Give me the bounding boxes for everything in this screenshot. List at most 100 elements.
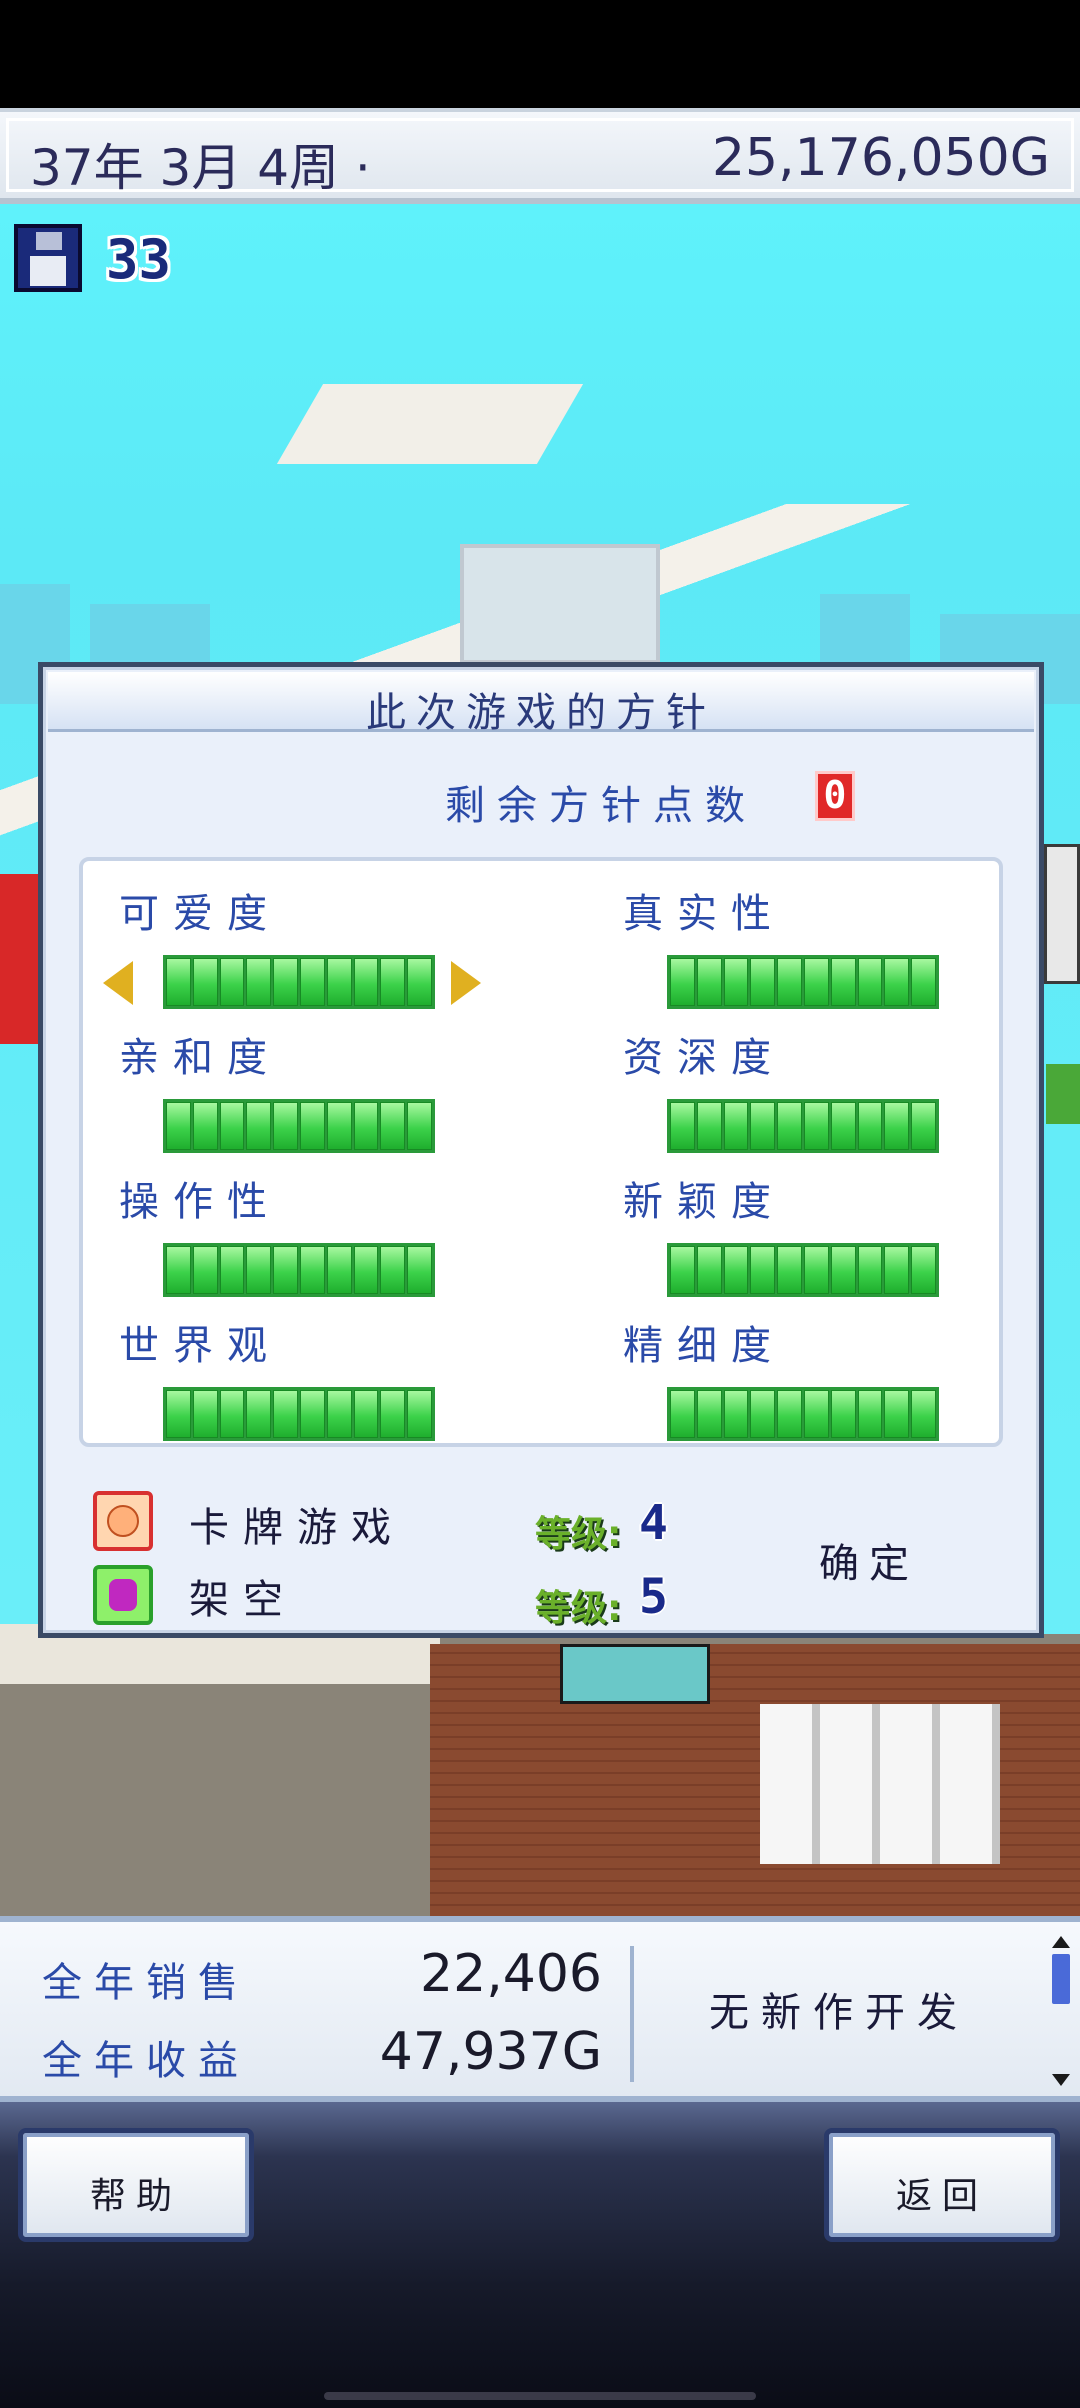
scrollbar[interactable] bbox=[1050, 1936, 1072, 2086]
bar-segment bbox=[326, 1102, 352, 1150]
vending-machine bbox=[0, 874, 38, 1044]
bar-segment bbox=[246, 1246, 272, 1294]
bar-segment bbox=[911, 1390, 936, 1438]
bar-segment bbox=[696, 1246, 722, 1294]
office-desk bbox=[560, 1644, 710, 1704]
bar-segment bbox=[857, 958, 883, 1006]
scroll-down-icon[interactable] bbox=[1052, 2074, 1070, 2086]
param-depth[interactable]: 资深度 bbox=[623, 1025, 1043, 1165]
fantasy-icon bbox=[93, 1565, 153, 1625]
bar-segment bbox=[777, 1390, 802, 1438]
param-bar bbox=[163, 955, 435, 1009]
bar-segment bbox=[830, 1102, 856, 1150]
bar-segment bbox=[911, 1246, 936, 1294]
genre-level-label: 等级: bbox=[535, 1514, 622, 1555]
bar-segment bbox=[192, 1246, 218, 1294]
bar-segment bbox=[803, 1102, 829, 1150]
param-detail[interactable]: 精细度 bbox=[623, 1313, 1043, 1453]
bar-segment bbox=[353, 1102, 379, 1150]
bar-segment bbox=[750, 1102, 776, 1150]
param-novelty[interactable]: 新颖度 bbox=[623, 1169, 1043, 1309]
bar-segment bbox=[884, 1390, 910, 1438]
bar-segment bbox=[299, 958, 325, 1006]
bar-segment bbox=[326, 1390, 352, 1438]
bar-segment bbox=[219, 958, 245, 1006]
theme-level-label: 等级: bbox=[535, 1588, 622, 1629]
bar-segment bbox=[219, 1246, 245, 1294]
bar-segment bbox=[803, 958, 829, 1006]
bar-segment bbox=[723, 1246, 749, 1294]
dialog-title-bar: 此次游戏的方针 bbox=[48, 672, 1034, 736]
home-indicator[interactable] bbox=[324, 2392, 756, 2400]
genre-level-value: 4 bbox=[639, 1495, 668, 1551]
game-policy-dialog: 此次游戏的方针 剩余方针点数 0 可爱度 真实性 亲和度 资深度 操作性 新颖度… bbox=[38, 662, 1044, 1638]
bar-segment bbox=[326, 1246, 352, 1294]
bar-segment bbox=[166, 1102, 191, 1150]
param-label: 新颖度 bbox=[623, 1179, 785, 1225]
help-button[interactable]: 帮助 bbox=[18, 2128, 254, 2242]
save-count: 33 bbox=[106, 228, 172, 291]
back-button-label: 返回 bbox=[895, 2176, 988, 2217]
bar-segment bbox=[750, 1246, 776, 1294]
bar-segment bbox=[830, 958, 856, 1006]
bar-segment bbox=[273, 1102, 298, 1150]
game-date: 37年 3月 4周 · bbox=[30, 139, 371, 197]
param-worldview[interactable]: 世界观 bbox=[119, 1313, 539, 1453]
money-balance: 25,176,050G bbox=[711, 128, 1050, 188]
annual-sales-panel: 全年销售 22,406 全年收益 47,937G 无新作开发 bbox=[0, 1916, 1080, 2102]
bar-segment bbox=[750, 958, 776, 1006]
decrease-arrow-icon[interactable] bbox=[103, 961, 133, 1005]
system-status-bar bbox=[0, 0, 1080, 108]
bar-segment bbox=[326, 958, 352, 1006]
param-bar bbox=[667, 1099, 939, 1153]
param-label: 亲和度 bbox=[119, 1035, 281, 1081]
bar-segment bbox=[857, 1390, 883, 1438]
bar-segment bbox=[192, 1102, 218, 1150]
increase-arrow-icon[interactable] bbox=[451, 961, 481, 1005]
bar-segment bbox=[273, 1390, 298, 1438]
param-bar bbox=[163, 1387, 435, 1441]
bar-segment bbox=[830, 1390, 856, 1438]
bar-segment bbox=[273, 1246, 298, 1294]
param-approachability[interactable]: 亲和度 bbox=[119, 1025, 539, 1165]
bar-segment bbox=[353, 1246, 379, 1294]
bar-segment bbox=[884, 958, 910, 1006]
bar-segment bbox=[380, 958, 406, 1006]
development-status: 无新作开发 bbox=[709, 1990, 969, 2036]
bar-segment bbox=[884, 1102, 910, 1150]
param-controls[interactable]: 操作性 bbox=[119, 1169, 539, 1309]
confirm-button[interactable]: 确定 bbox=[819, 1531, 919, 1589]
param-cuteness[interactable]: 可爱度 bbox=[103, 881, 539, 1021]
genre-name: 卡牌游戏 bbox=[189, 1505, 405, 1551]
bar-segment bbox=[670, 958, 695, 1006]
bar-segment bbox=[166, 1246, 191, 1294]
bar-segment bbox=[353, 1390, 379, 1438]
bar-segment bbox=[696, 1390, 722, 1438]
param-label: 世界观 bbox=[119, 1323, 281, 1369]
bar-segment bbox=[777, 958, 802, 1006]
param-realism[interactable]: 真实性 bbox=[623, 881, 1043, 1021]
office-window bbox=[460, 544, 660, 664]
bar-segment bbox=[723, 1102, 749, 1150]
bar-segment bbox=[166, 1390, 191, 1438]
bar-segment bbox=[407, 958, 432, 1006]
bottom-navigation: 帮助 返回 bbox=[0, 2102, 1080, 2408]
back-button[interactable]: 返回 bbox=[824, 2128, 1060, 2242]
bar-segment bbox=[911, 958, 936, 1006]
bar-segment bbox=[407, 1390, 432, 1438]
param-label: 真实性 bbox=[623, 891, 785, 937]
scroll-up-icon[interactable] bbox=[1052, 1936, 1070, 1948]
bar-segment bbox=[219, 1390, 245, 1438]
annual-sales-label: 全年销售 bbox=[42, 1960, 250, 2006]
date-money-header: 37年 3月 4周 · 25,176,050G bbox=[0, 108, 1080, 204]
bar-segment bbox=[830, 1246, 856, 1294]
scroll-thumb[interactable] bbox=[1052, 1954, 1070, 2004]
bar-segment bbox=[696, 1102, 722, 1150]
param-bar bbox=[667, 1243, 939, 1297]
param-label: 操作性 bbox=[119, 1179, 281, 1225]
bar-segment bbox=[246, 1390, 272, 1438]
office-roof bbox=[276, 384, 584, 464]
annual-profit-value: 47,937G bbox=[379, 2022, 602, 2082]
bar-segment bbox=[299, 1102, 325, 1150]
bar-segment bbox=[299, 1390, 325, 1438]
